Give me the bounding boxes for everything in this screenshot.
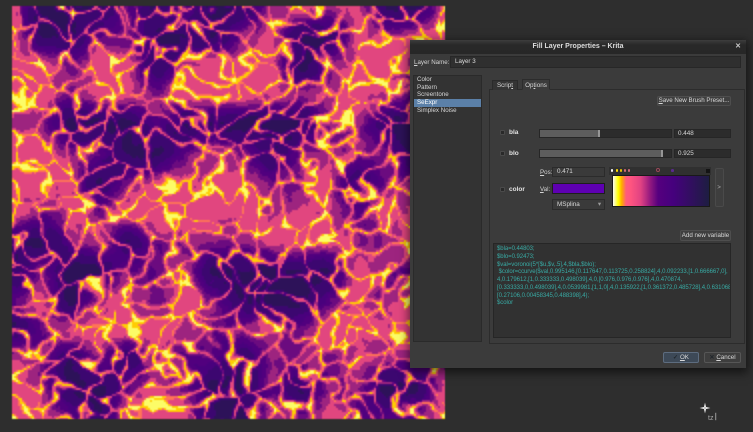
svg-text:tz: tz bbox=[708, 415, 714, 422]
